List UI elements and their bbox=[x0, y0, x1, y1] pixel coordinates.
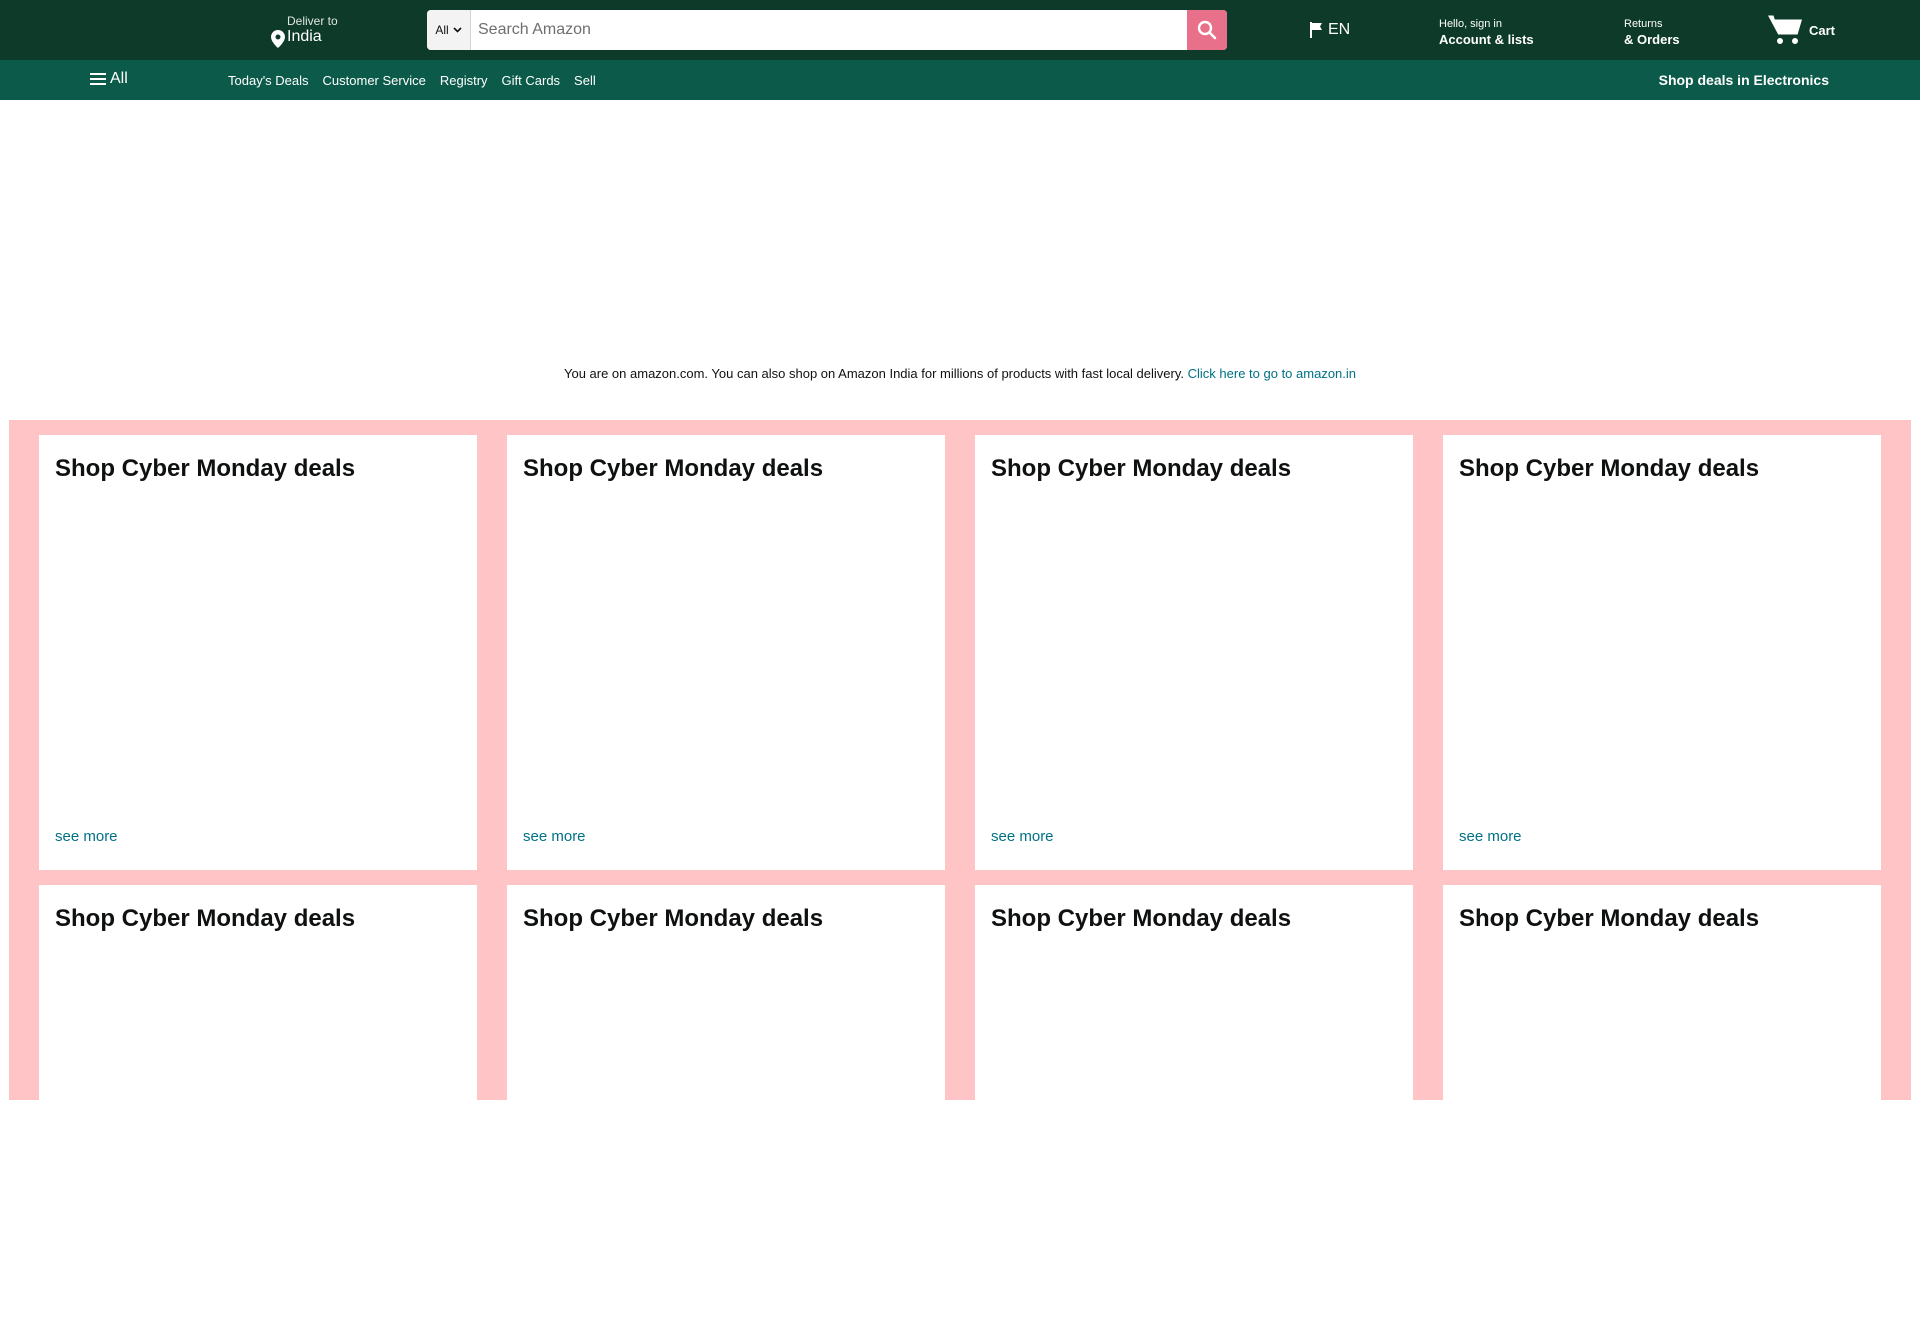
deal-card-title: Shop Cyber Monday deals bbox=[55, 455, 356, 482]
search-category-value: All bbox=[435, 23, 449, 37]
secondary-navigation-bar: All Today's Deals Customer Service Regis… bbox=[0, 60, 1920, 100]
deal-card: Shop Cyber Monday deals bbox=[507, 885, 945, 1320]
search-category-dropdown[interactable]: All bbox=[427, 10, 471, 50]
deals-grid: Shop Cyber Monday deals see more Shop Cy… bbox=[9, 420, 1911, 1320]
deal-card-title: Shop Cyber Monday deals bbox=[991, 455, 1292, 482]
language-label: EN bbox=[1328, 21, 1351, 38]
nav-link-todays-deals[interactable]: Today's Deals bbox=[228, 73, 309, 88]
deal-card: Shop Cyber Monday deals see more bbox=[507, 435, 945, 870]
account-label: Account & lists bbox=[1439, 32, 1534, 47]
deal-card: Shop Cyber Monday deals bbox=[975, 885, 1413, 1320]
deal-card-title: Shop Cyber Monday deals bbox=[523, 455, 824, 482]
region-notice: You are on amazon.com. You can also shop… bbox=[0, 366, 1920, 381]
all-menu-button[interactable]: All bbox=[90, 70, 128, 88]
deal-card-title: Shop Cyber Monday deals bbox=[523, 905, 824, 932]
deal-card-title: Shop Cyber Monday deals bbox=[1459, 455, 1760, 482]
nav-link-customer-service[interactable]: Customer Service bbox=[323, 73, 426, 88]
deal-card: Shop Cyber Monday deals bbox=[39, 885, 477, 1320]
cart-button[interactable]: Cart bbox=[1767, 12, 1835, 48]
account-and-lists[interactable]: Hello, sign in Account & lists bbox=[1439, 17, 1534, 48]
deliver-to-label: Deliver to bbox=[287, 14, 338, 28]
search-input[interactable] bbox=[472, 10, 1182, 50]
account-greeting: Hello, sign in bbox=[1439, 18, 1502, 30]
shopping-cart-icon bbox=[1768, 15, 1802, 44]
deal-card: Shop Cyber Monday deals bbox=[1443, 885, 1881, 1320]
deal-card-title: Shop Cyber Monday deals bbox=[991, 905, 1292, 932]
language-selector[interactable]: EN bbox=[1310, 19, 1350, 41]
electronics-deals-link[interactable]: Shop deals in Electronics bbox=[1659, 72, 1829, 88]
nav-link-gift-cards[interactable]: Gift Cards bbox=[502, 73, 561, 88]
returns-label: Returns bbox=[1624, 18, 1663, 30]
flag-icon bbox=[1310, 22, 1322, 38]
hamburger-menu-icon bbox=[90, 73, 106, 85]
returns-and-orders[interactable]: Returns & Orders bbox=[1624, 17, 1680, 48]
deal-card-title: Shop Cyber Monday deals bbox=[1459, 905, 1760, 932]
nav-links: Today's Deals Customer Service Registry … bbox=[228, 60, 596, 100]
location-pin-icon bbox=[271, 30, 285, 48]
chevron-down-icon bbox=[453, 27, 462, 33]
see-more-link[interactable]: see more bbox=[1459, 828, 1522, 845]
all-menu-label: All bbox=[110, 70, 128, 87]
see-more-link[interactable]: see more bbox=[55, 828, 118, 845]
deliver-location: India bbox=[287, 28, 322, 45]
top-navigation-bar: Deliver to India All EN Hello, sign in A… bbox=[0, 0, 1920, 60]
nav-link-registry[interactable]: Registry bbox=[440, 73, 488, 88]
search-icon bbox=[1197, 20, 1217, 40]
region-notice-text: You are on amazon.com. You can also shop… bbox=[563, 366, 1185, 381]
amazon-india-link[interactable]: Click here to go to amazon.in bbox=[1188, 366, 1356, 381]
see-more-link[interactable]: see more bbox=[991, 828, 1054, 845]
deal-card-title: Shop Cyber Monday deals bbox=[55, 905, 356, 932]
search-bar: All bbox=[427, 10, 1227, 50]
cart-label: Cart bbox=[1809, 22, 1836, 38]
orders-label: & Orders bbox=[1624, 32, 1680, 47]
nav-link-sell[interactable]: Sell bbox=[574, 73, 596, 88]
deliver-to-selector[interactable]: Deliver to India bbox=[271, 14, 381, 48]
see-more-link[interactable]: see more bbox=[523, 828, 586, 845]
deal-card: Shop Cyber Monday deals see more bbox=[1443, 435, 1881, 870]
deal-card: Shop Cyber Monday deals see more bbox=[975, 435, 1413, 870]
deal-card: Shop Cyber Monday deals see more bbox=[39, 435, 477, 870]
search-button[interactable] bbox=[1187, 10, 1227, 50]
